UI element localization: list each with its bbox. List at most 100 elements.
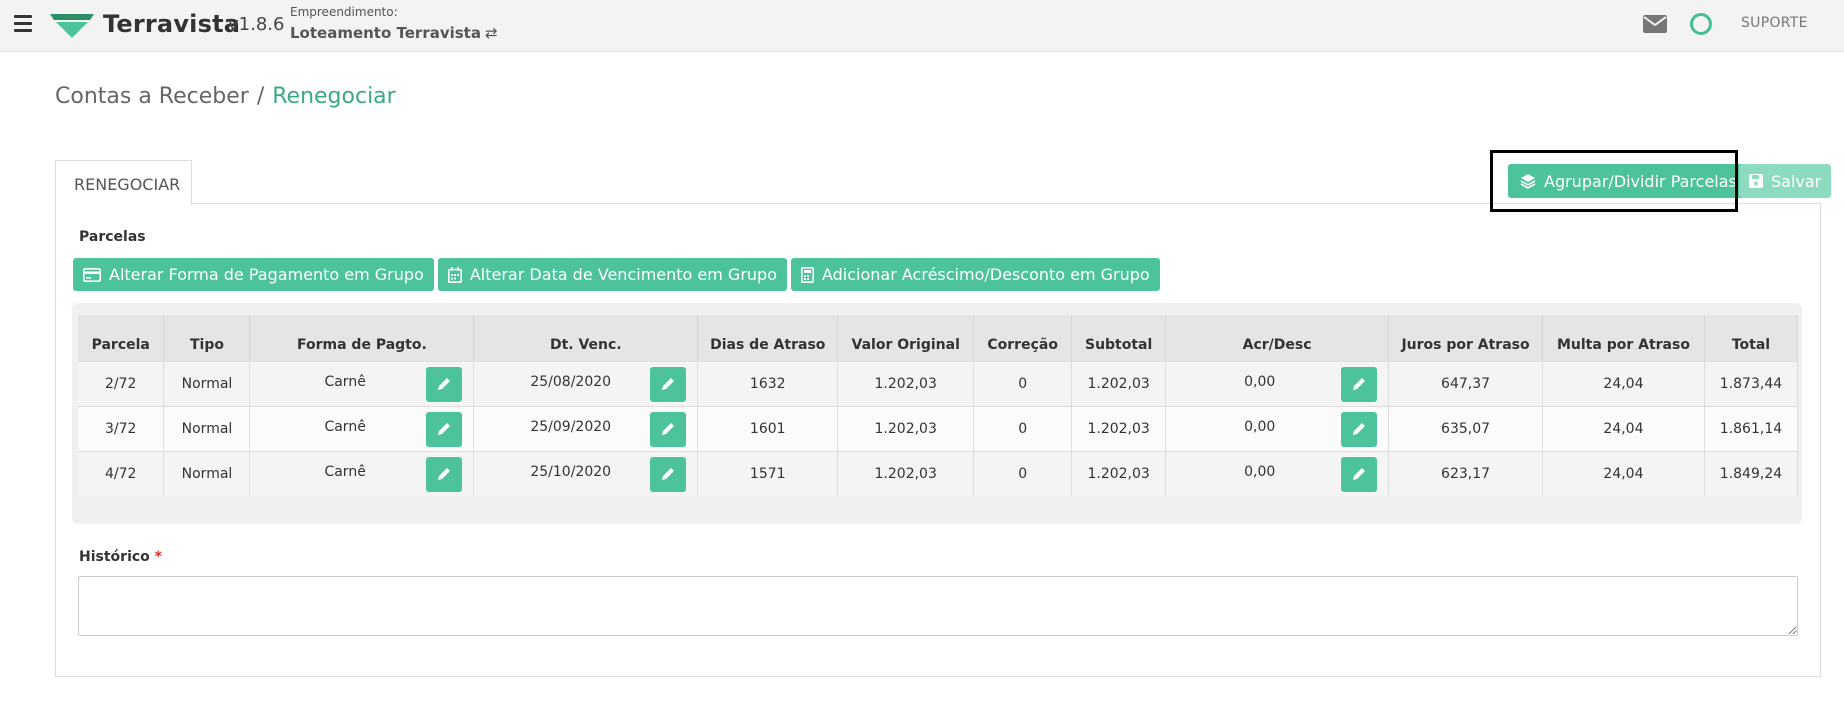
cell-dt-venc-value: 25/09/2020 (530, 418, 612, 435)
cell-juros: 647,37 (1388, 360, 1543, 406)
cell-acr-desc: 0,00 (1165, 360, 1390, 406)
table-row: 4/72 Normal Carnê 25/10/2020 1571 1.202,… (78, 450, 1799, 496)
cell-forma: Carnê (249, 450, 475, 496)
cell-total: 1.873,44 (1704, 360, 1799, 406)
cell-dt-venc: 25/10/2020 (473, 450, 699, 496)
edit-dt-venc-button[interactable] (650, 411, 687, 447)
cell-acr-desc-value: 0,00 (1244, 373, 1276, 390)
parcelas-table-container: Parcela Tipo Forma de Pagto. Dt. Venc. D… (72, 303, 1802, 524)
parcelas-section-label: Parcelas (79, 229, 146, 245)
pencil-icon (438, 423, 451, 435)
required-mark: * (154, 549, 162, 565)
edit-forma-button[interactable] (426, 456, 463, 492)
cell-tipo: Normal (163, 450, 251, 496)
cell-parcela: 4/72 (78, 450, 165, 496)
cell-forma: Carnê (249, 360, 475, 406)
pencil-icon (1353, 423, 1366, 435)
save-label: Salvar (1771, 171, 1822, 191)
cell-dt-venc-value: 25/08/2020 (530, 373, 612, 390)
column-header: Juros por Atraso (1388, 315, 1543, 361)
layers-icon (1520, 174, 1536, 189)
save-button[interactable]: Salvar (1739, 164, 1832, 198)
cell-subtotal: 1.202,03 (1071, 405, 1167, 451)
mail-icon[interactable] (1643, 15, 1667, 33)
edit-dt-venc-button[interactable] (650, 366, 687, 402)
alterar-forma-pagamento-grupo-button[interactable]: Alterar Forma de Pagamento em Grupo (73, 258, 434, 291)
breadcrumb-parent[interactable]: Contas a Receber (55, 84, 249, 109)
cell-acr-desc-value: 0,00 (1244, 418, 1276, 435)
pencil-icon (662, 468, 675, 480)
cell-subtotal: 1.202,03 (1071, 450, 1167, 496)
column-header: Correção (973, 315, 1073, 361)
empreendimento-label: Empreendimento: (290, 5, 398, 19)
parcelas-table: Parcela Tipo Forma de Pagto. Dt. Venc. D… (78, 315, 1799, 496)
menu-icon[interactable] (14, 15, 32, 33)
empreendimento-selector[interactable]: Loteamento Terravista ⇄ (290, 24, 498, 42)
cell-correcao: 0 (973, 405, 1073, 451)
column-header: Parcela (78, 315, 165, 361)
cell-acr-desc-value: 0,00 (1244, 463, 1276, 480)
column-header: Total (1704, 315, 1799, 361)
cell-multa: 24,04 (1542, 360, 1705, 406)
cell-total: 1.861,14 (1704, 405, 1799, 451)
column-header: Forma de Pagto. (249, 315, 475, 361)
support-link[interactable]: SUPORTE (1741, 15, 1808, 31)
calendar-icon (447, 266, 462, 283)
cell-dias-atraso: 1571 (697, 450, 839, 496)
historico-label-text: Histórico (79, 549, 150, 565)
cell-parcela: 3/72 (78, 405, 165, 451)
cell-subtotal: 1.202,03 (1071, 360, 1167, 406)
column-header: Acr/Desc (1165, 315, 1390, 361)
edit-acr-desc-button[interactable] (1341, 366, 1378, 402)
column-header: Tipo (163, 315, 251, 361)
breadcrumb-separator: / (256, 84, 265, 109)
breadcrumb: Contas a Receber / Renegociar (55, 84, 396, 109)
cell-acr-desc: 0,00 (1165, 450, 1390, 496)
cell-dias-atraso: 1632 (697, 360, 839, 406)
breadcrumb-current: Renegociar (272, 84, 396, 109)
historico-textarea[interactable] (78, 576, 1798, 636)
cell-forma-value: Carnê (324, 373, 366, 390)
cell-forma-value: Carnê (324, 463, 366, 480)
pencil-icon (438, 468, 451, 480)
cell-parcela: 2/72 (78, 360, 165, 406)
pencil-icon (662, 378, 675, 390)
edit-acr-desc-button[interactable] (1341, 456, 1378, 492)
edit-forma-button[interactable] (426, 411, 463, 447)
column-header: Dt. Venc. (473, 315, 699, 361)
cell-tipo: Normal (163, 360, 251, 406)
alterar-data-vencimento-grupo-button[interactable]: Alterar Data de Vencimento em Grupo (437, 258, 787, 291)
swap-icon: ⇄ (484, 24, 498, 42)
pencil-icon (1353, 378, 1366, 390)
cell-valor-original: 1.202,03 (837, 405, 975, 451)
credit-card-icon (83, 267, 101, 282)
pencil-icon (438, 378, 451, 390)
cell-dias-atraso: 1601 (697, 405, 839, 451)
agrupar-dividir-parcelas-button[interactable]: Agrupar/Dividir Parcelas (1508, 164, 1749, 198)
cell-forma: Carnê (249, 405, 475, 451)
cell-dt-venc: 25/09/2020 (473, 405, 699, 451)
group-button-label: Alterar Data de Vencimento em Grupo (469, 265, 777, 284)
cell-juros: 623,17 (1388, 450, 1543, 496)
brand-name: Terravista (103, 10, 241, 38)
edit-acr-desc-button[interactable] (1341, 411, 1378, 447)
status-indicator-icon[interactable] (1690, 13, 1712, 35)
tab-renegociar[interactable]: RENEGOCIAR (55, 160, 192, 205)
cell-multa: 24,04 (1542, 405, 1705, 451)
cell-forma-value: Carnê (324, 418, 366, 435)
edit-forma-button[interactable] (426, 366, 463, 402)
group-button-label: Alterar Forma de Pagamento em Grupo (109, 265, 424, 284)
pencil-icon (1353, 468, 1366, 480)
cell-juros: 635,07 (1388, 405, 1543, 451)
group-button-label: Adicionar Acréscimo/Desconto em Grupo (821, 265, 1150, 284)
app-version: v1.8.6 (228, 14, 285, 35)
column-header: Dias de Atraso (697, 315, 839, 361)
cell-dt-venc-value: 25/10/2020 (530, 463, 612, 480)
cell-valor-original: 1.202,03 (837, 450, 975, 496)
adicionar-acrescimo-desconto-grupo-button[interactable]: Adicionar Acréscimo/Desconto em Grupo (790, 258, 1160, 291)
edit-dt-venc-button[interactable] (650, 456, 687, 492)
save-icon (1749, 174, 1763, 188)
column-header: Subtotal (1071, 315, 1167, 361)
cell-total: 1.849,24 (1704, 450, 1799, 496)
top-bar: Terravista v1.8.6 Empreendimento: Loteam… (0, 0, 1844, 52)
